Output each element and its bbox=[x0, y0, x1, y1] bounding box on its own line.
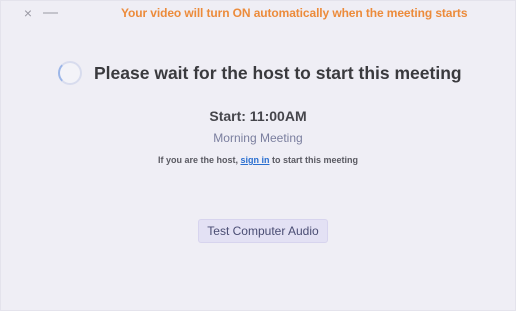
close-icon[interactable]: × bbox=[21, 5, 35, 21]
meeting-start-time: Start: 11:00AM bbox=[209, 108, 307, 124]
title-bar: × — Your video will turn ON automaticall… bbox=[1, 1, 515, 29]
waiting-title: Please wait for the host to start this m… bbox=[94, 63, 462, 83]
loading-spinner-icon bbox=[58, 61, 82, 85]
host-prompt-prefix: If you are the host, bbox=[157, 155, 241, 165]
video-notice-banner: Your video will turn ON automatically wh… bbox=[121, 6, 468, 20]
host-sign-in-prompt: If you are the host, sign in to start th… bbox=[1, 155, 515, 165]
test-computer-audio-button[interactable]: Test Computer Audio bbox=[198, 219, 328, 243]
sign-in-link[interactable]: sign in bbox=[241, 155, 270, 165]
waiting-room-window: × — Your video will turn ON automaticall… bbox=[0, 0, 516, 311]
host-prompt-suffix: to start this meeting bbox=[269, 155, 359, 165]
meeting-name: Morning Meeting bbox=[213, 131, 303, 145]
minimize-icon[interactable]: — bbox=[43, 5, 58, 21]
